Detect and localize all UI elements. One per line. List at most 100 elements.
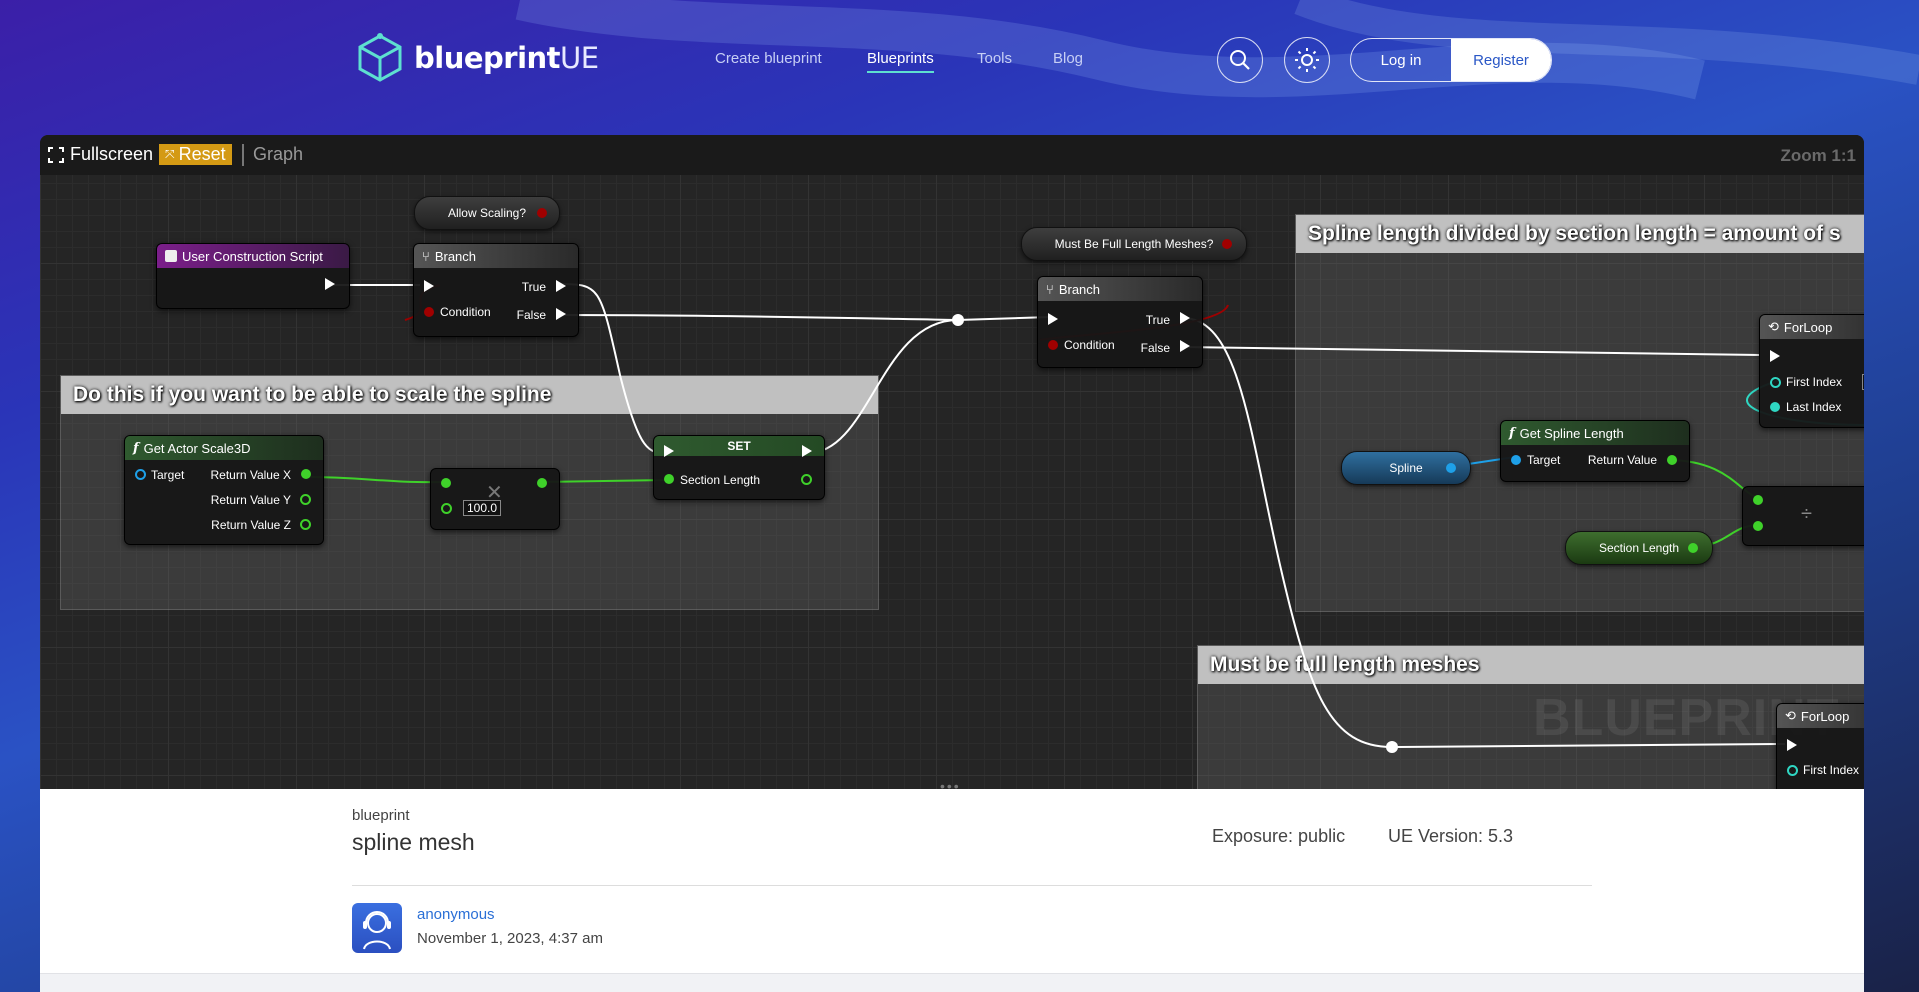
node-title: Branch [434, 248, 477, 264]
float-input-pin-a[interactable] [1753, 495, 1763, 505]
multiplier-value-input[interactable]: 100.0 [463, 500, 502, 516]
get-actor-scale3d-node[interactable]: f Get Actor Scale3D Target Return Value … [124, 435, 324, 545]
section-length-output-pin[interactable] [801, 474, 812, 485]
graph-toolbar: Fullscreen ⤧ Reset Graph Zoom 1:1 [40, 135, 1864, 175]
loop-icon: ⟲ [1768, 319, 1779, 334]
theme-toggle-button[interactable] [1284, 37, 1330, 83]
false-exec-pin[interactable] [556, 308, 566, 320]
true-label: True [1145, 313, 1170, 327]
float-input-pin-b[interactable] [441, 503, 452, 514]
zoom-level: Zoom 1:1 [1780, 146, 1856, 165]
nav-create-blueprint[interactable]: Create blueprint [715, 50, 822, 67]
comment-title: Must be full length meshes [1198, 646, 1864, 684]
blueprint-info-card: blueprint spline mesh Exposure: public U… [40, 789, 1864, 992]
reset-button[interactable]: ⤧ Reset [159, 144, 232, 165]
exposure-label: Exposure: public [1212, 826, 1346, 846]
login-button[interactable]: Log in [1351, 39, 1451, 81]
exec-output-pin[interactable] [325, 278, 335, 290]
forloop-node-2[interactable]: ⟲ ForLoop First Index [1776, 703, 1864, 789]
true-exec-pin[interactable] [1180, 312, 1190, 324]
exec-input-pin[interactable] [424, 280, 434, 292]
float-output-pin[interactable] [1688, 543, 1698, 553]
first-index-input[interactable]: 0 [1862, 374, 1864, 390]
node-header: f Get Spline Length [1501, 421, 1689, 445]
exec-output-pin[interactable] [802, 445, 812, 457]
author-avatar[interactable] [352, 903, 402, 953]
section-length-variable-node[interactable]: Section Length [1565, 531, 1713, 565]
nav-blog[interactable]: Blog [1053, 50, 1083, 67]
first-index-pin[interactable] [1787, 765, 1798, 776]
allow-scaling-variable-node[interactable]: Allow Scaling? [414, 196, 560, 230]
target-label: Target [1527, 453, 1561, 467]
object-output-pin[interactable] [1446, 463, 1456, 473]
blueprint-category: blueprint [352, 807, 410, 824]
return-value-pin[interactable] [1667, 455, 1677, 465]
node-title: Get Actor Scale3D [143, 440, 251, 456]
site-logo[interactable]: blueprintUE [354, 32, 599, 84]
first-index-pin[interactable] [1770, 377, 1781, 388]
variable-label: Allow Scaling? [447, 206, 527, 220]
graph-tab[interactable]: Graph [253, 144, 303, 165]
author-link[interactable]: anonymous [417, 906, 495, 923]
return-x-pin[interactable] [301, 469, 311, 479]
divide-node[interactable]: ÷ [1742, 486, 1864, 546]
exec-input-pin[interactable] [1048, 313, 1058, 325]
condition-label: Condition [1064, 338, 1115, 352]
search-icon [1230, 50, 1250, 70]
node-title: Branch [1058, 281, 1101, 297]
bool-output-pin[interactable] [1222, 239, 1232, 249]
condition-pin[interactable] [424, 307, 434, 317]
reset-label: Reset [178, 144, 226, 164]
return-z-pin[interactable] [300, 519, 311, 530]
must-be-full-length-variable-node[interactable]: Must Be Full Length Meshes? [1021, 227, 1247, 261]
spline-variable-node[interactable]: Spline [1341, 451, 1471, 485]
target-input-pin[interactable] [1511, 455, 1521, 465]
node-title: ForLoop [1800, 708, 1850, 724]
exec-input-pin[interactable] [1787, 739, 1797, 751]
cube-logo-icon [358, 33, 402, 82]
fullscreen-icon [48, 146, 64, 163]
section-length-label: Section Length [680, 473, 761, 487]
get-spline-length-node[interactable]: f Get Spline Length Target Return Value [1500, 420, 1690, 482]
condition-pin[interactable] [1048, 340, 1058, 350]
exec-input-pin[interactable] [664, 445, 674, 457]
blueprint-graph-viewer[interactable]: Fullscreen ⤧ Reset Graph Zoom 1:1 Do thi… [40, 135, 1864, 789]
user-construction-script-node[interactable]: User Construction Script [156, 243, 350, 309]
forloop-node-1[interactable]: ⟲ ForLoop First Index 0 Last Index [1759, 314, 1864, 428]
exec-input-pin[interactable] [1770, 350, 1780, 362]
nav-blueprints[interactable]: Blueprints [867, 50, 934, 73]
bool-output-pin[interactable] [537, 208, 547, 218]
register-button[interactable]: Register [1451, 39, 1551, 81]
comment-title: Spline length divided by section length … [1296, 215, 1864, 253]
node-title: User Construction Script [182, 248, 323, 264]
node-title: SET [654, 436, 824, 456]
float-input-pin-a[interactable] [441, 478, 451, 488]
last-index-pin[interactable] [1770, 402, 1780, 412]
float-input-pin-b[interactable] [1753, 521, 1763, 531]
footer-strip [40, 973, 1864, 992]
node-header: ⟲ ForLoop [1777, 704, 1864, 728]
first-index-label: First Index [1803, 763, 1860, 777]
branch-node-1[interactable]: ⑂ Branch True Condition False [413, 243, 579, 337]
multiply-node[interactable]: ✕ 100.0 [430, 468, 560, 530]
false-exec-pin[interactable] [1180, 340, 1190, 352]
target-input-pin[interactable] [135, 469, 146, 480]
search-button[interactable] [1217, 37, 1263, 83]
node-header: f Get Actor Scale3D [125, 436, 323, 460]
node-title: ForLoop [1783, 319, 1833, 335]
fullscreen-button[interactable]: Fullscreen [48, 144, 153, 165]
nav-tools[interactable]: Tools [977, 50, 1012, 67]
return-y-pin[interactable] [300, 494, 311, 505]
hero-background-strokes [515, 0, 1919, 100]
node-header: ⑂ Branch [414, 244, 578, 268]
target-label: Target [151, 468, 185, 482]
ue-version-label: UE Version: 5.3 [1388, 826, 1514, 846]
user-avatar-icon [363, 911, 391, 950]
float-output-pin[interactable] [537, 478, 547, 488]
section-length-input-pin[interactable] [664, 474, 674, 484]
true-exec-pin[interactable] [556, 280, 566, 292]
condition-label: Condition [440, 305, 491, 319]
branch-node-2[interactable]: ⑂ Branch True Condition False [1037, 276, 1203, 368]
resize-handle[interactable]: ••• [940, 778, 961, 789]
set-section-length-node[interactable]: SET Section Length [653, 435, 825, 500]
